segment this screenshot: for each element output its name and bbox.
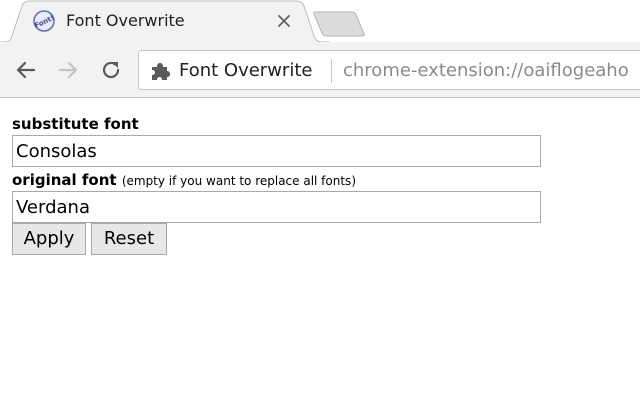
reload-icon [102,61,120,79]
reload-button[interactable] [99,58,123,82]
original-font-label-text: original font [12,171,117,189]
origin-chip: Font Overwrite [179,60,313,81]
arrow-right-icon [58,61,78,79]
back-button[interactable] [14,58,38,82]
substitute-font-input[interactable] [12,135,541,167]
close-icon[interactable] [275,12,293,30]
substitute-font-label-text: substitute font [12,115,139,133]
new-tab-button[interactable] [312,11,366,37]
browser-toolbar: Font Overwrite chrome-extension://oaiflo… [0,42,640,98]
url-text[interactable]: chrome-extension://oaiflogeaho [343,60,629,82]
address-bar[interactable]: Font Overwrite chrome-extension://oaiflo… [138,50,640,90]
font-icon: Font! [33,10,56,32]
arrow-left-icon [16,61,36,79]
substitute-font-label: substitute font [12,114,139,134]
forward-button[interactable] [56,58,80,82]
tab-title: Font Overwrite [66,11,185,30]
puzzle-piece-icon [149,60,171,82]
reset-button[interactable]: Reset [91,223,167,255]
original-font-input[interactable] [12,191,541,223]
apply-button[interactable]: Apply [12,223,86,255]
original-font-hint: (empty if you want to replace all fonts) [121,174,356,188]
tab-strip: Font! Font Overwrite [0,0,640,43]
omnibox-divider [331,59,332,83]
original-font-label: original font (empty if you want to repl… [12,170,356,191]
